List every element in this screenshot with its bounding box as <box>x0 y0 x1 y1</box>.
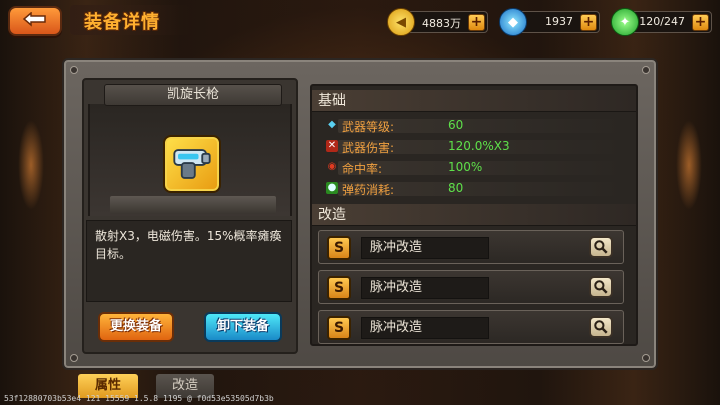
energy-value: 120/247 <box>639 15 685 28</box>
page-title: 装备详情 <box>84 12 160 33</box>
stat-value: 60 <box>448 118 464 132</box>
basic-section-header: 基础 <box>312 90 636 112</box>
diamond-level-icon: ◆ <box>328 119 336 130</box>
mod-row[interactable]: S 脉冲改造 <box>318 310 624 344</box>
gold-value: 4883万 <box>422 17 461 30</box>
s-rank-badge: S <box>327 236 351 260</box>
energy-counter: ✦ 120/247 + <box>611 8 712 36</box>
showcase-pedestal <box>110 196 276 214</box>
ammo-icon: ● <box>326 182 338 194</box>
change-equipment-button[interactable]: 更换装备 <box>98 312 174 342</box>
stat-value: 100% <box>448 160 483 174</box>
stat-label: 弹药消耗: <box>342 183 395 197</box>
damage-icon: ✕ <box>326 140 338 152</box>
stat-value: 120.0%X3 <box>448 139 510 153</box>
stat-label: 武器等级: <box>342 120 395 134</box>
unequip-button[interactable]: 卸下装备 <box>204 312 282 342</box>
item-name: 凯旋长枪 <box>104 84 282 106</box>
add-gems-button[interactable]: + <box>580 14 597 31</box>
gem-counter: ◆ 1937 + <box>499 8 600 36</box>
item-description: 散射X3，电磁伤害。15%概率瘫痪目标。 <box>86 220 292 302</box>
add-energy-button[interactable]: + <box>692 14 709 31</box>
wall-light <box>18 120 44 210</box>
magnifier-icon[interactable] <box>589 276 613 298</box>
stat-label: 武器伤害: <box>342 141 395 155</box>
add-gold-button[interactable]: + <box>468 14 485 31</box>
green-energy-icon: ✦ <box>611 8 639 36</box>
magnifier-icon[interactable] <box>589 316 613 338</box>
back-arrow-icon <box>22 12 46 27</box>
target-icon: ◉ <box>327 161 337 172</box>
mod-row[interactable]: S 脉冲改造 <box>318 270 624 304</box>
stat-row-damage: ✕ 武器伤害: 120.0%X3 <box>326 138 626 156</box>
rivet <box>642 66 650 74</box>
stat-label: 命中率: <box>342 162 383 176</box>
stat-row-ammo: ● 弹药消耗: 80 <box>326 180 626 198</box>
stat-value: 80 <box>448 181 464 195</box>
magnifier-icon[interactable] <box>589 236 613 258</box>
rivet <box>70 354 78 362</box>
rivet <box>70 66 78 74</box>
s-rank-badge: S <box>327 316 351 340</box>
stat-row-level: ◆ 武器等级: 60 <box>326 117 626 135</box>
s-rank-badge: S <box>327 276 351 300</box>
modify-section-header: 改造 <box>312 204 636 226</box>
weapon-gun-icon[interactable] <box>163 135 221 193</box>
gold-counter: ◀ 4883万 + <box>387 8 488 36</box>
back-button[interactable] <box>8 6 62 36</box>
gold-coin-icon: ◀ <box>387 8 415 36</box>
stat-row-accuracy: ◉ 命中率: 100% <box>326 159 626 177</box>
mod-name: 脉冲改造 <box>361 237 489 259</box>
blue-gem-icon: ◆ <box>499 8 527 36</box>
mod-row[interactable]: S 脉冲改造 <box>318 230 624 264</box>
debug-overlay-text: 53f12880703b53e4 121 15559 1.5.8 1195 @ … <box>4 394 274 403</box>
mod-name: 脉冲改造 <box>361 277 489 299</box>
wall-light <box>676 120 702 210</box>
mod-name: 脉冲改造 <box>361 317 489 339</box>
rivet <box>642 354 650 362</box>
gem-value: 1937 <box>545 15 573 28</box>
